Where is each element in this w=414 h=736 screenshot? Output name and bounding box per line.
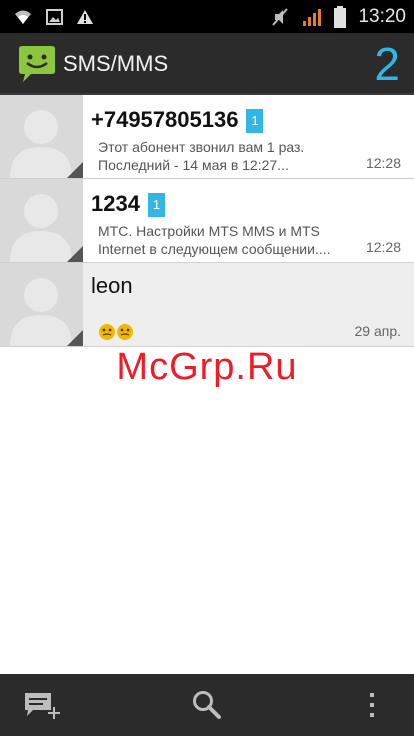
unread-badge: 1 [147, 193, 165, 217]
battery-icon [334, 0, 346, 33]
search-icon[interactable] [167, 674, 247, 736]
conversation-time: 12:28 [365, 239, 401, 255]
status-time: 13:20 [358, 6, 406, 27]
mute-icon [270, 0, 290, 33]
conversation-list: +74957805136 1 Этот абонент звонил вам 1 … [0, 95, 414, 347]
conversation-time: 12:28 [365, 155, 401, 171]
avatar [0, 179, 83, 262]
message-snippet: Этот абонент звонил вам 1 раз. Последний… [98, 139, 305, 173]
conversation-name: +74957805136 1 [91, 107, 264, 133]
signal-icon [302, 0, 324, 33]
overflow-menu-icon[interactable] [332, 674, 412, 736]
emoji-stickers [98, 321, 136, 341]
conversation-time: 29 апр. [354, 323, 401, 339]
conversation-item[interactable]: leon 29 апр. [0, 263, 414, 347]
conversation-name: 1234 1 [91, 191, 165, 217]
app-title: SMS/MMS [63, 51, 169, 76]
status-bar: 13:20 [0, 0, 414, 33]
avatar [0, 95, 83, 178]
conversation-item[interactable]: 1234 1 МТС. Настройки MTS MMS и MTS Inter… [0, 179, 414, 263]
action-bar: SMS/MMS 2 [0, 33, 414, 95]
avatar [0, 263, 83, 346]
sms-app-icon[interactable] [17, 45, 57, 85]
bottom-action-bar [0, 674, 414, 736]
message-snippet: МТС. Настройки MTS MMS и MTS Internet в … [98, 223, 331, 257]
conversation-name: leon [91, 273, 133, 298]
new-message-icon[interactable] [3, 674, 83, 736]
conversation-item[interactable]: +74957805136 1 Этот абонент звонил вам 1 … [0, 95, 414, 179]
unread-badge: 1 [246, 109, 264, 133]
wifi-icon [14, 0, 32, 33]
image-icon [46, 0, 63, 33]
watermark: McGrp.Ru [116, 346, 298, 388]
unread-count: 2 [374, 38, 400, 90]
warning-icon [76, 0, 94, 33]
